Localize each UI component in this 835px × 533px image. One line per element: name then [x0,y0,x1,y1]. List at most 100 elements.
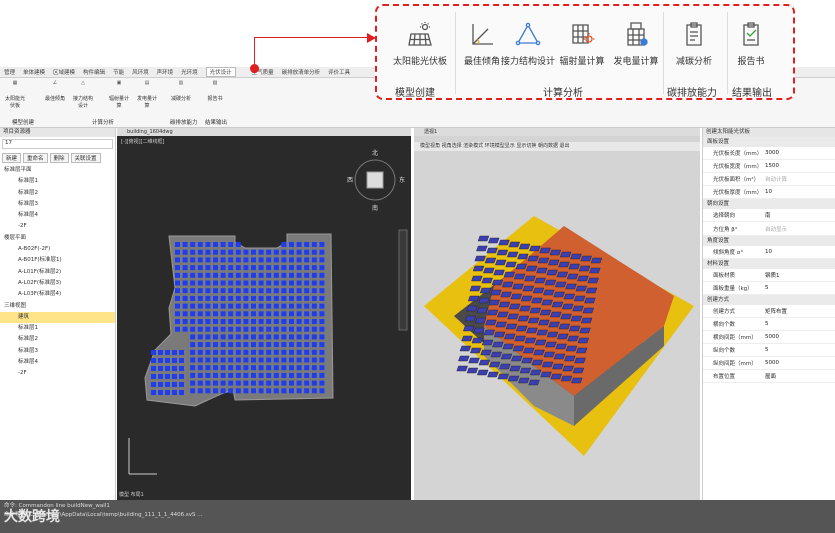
pv-panel-cell [311,357,317,363]
plan-view-2d[interactable]: building_1604dwg [-][俯视][二维线框] 北南西东上 模型 … [117,128,411,500]
pv-panel-cell [182,311,188,317]
pv-panel-3d [476,245,488,252]
tree-group[interactable]: 三维视图 [0,301,115,312]
ribbon-radiation-button[interactable]: ▣ 辐射量计算 [108,80,130,109]
tree-item[interactable]: -2F [0,221,115,232]
tree-item[interactable]: A-L03F(标准层4) [0,289,115,300]
pv-panel-cell [258,265,264,271]
property-value[interactable]: 5 [761,321,835,327]
property-value[interactable]: 南 [761,211,835,219]
property-value[interactable]: 5 [761,285,835,291]
pv-panel-cell [296,349,302,355]
pv-panel-cell [289,295,294,301]
property-label: 光伏板厚度（mm） [713,190,763,197]
property-value[interactable]: 5 [761,347,835,353]
property-label: 纵向个数 [713,348,736,355]
ribbon-report-button[interactable]: ▧ 报告书 [204,80,226,102]
pv-panel-cell [190,319,196,324]
tree-item[interactable]: 标准层3 [0,346,115,357]
pv-panel-cell [251,295,256,301]
pv-panel-cell [304,342,310,348]
panel-button[interactable]: 重命名 [23,153,48,163]
pv-panel-cell [319,311,325,317]
property-value[interactable]: 自动显示 [761,225,835,233]
tree-item[interactable]: 标准层4 [0,357,115,368]
pv-panel-3d [507,313,519,320]
property-value[interactable]: 10 [761,249,835,255]
pv-panel-cell [228,365,234,371]
panel-button[interactable]: 关联设置 [70,153,101,163]
view3d-toolbar[interactable]: 模型视角 视角选择 渲染模式 环境模型显示 显示切换 朝向数据 退出 [414,142,700,151]
pv-panel-cell [273,288,279,294]
property-value[interactable]: 自动计算 [761,175,835,183]
pv-panel-cell [190,372,196,378]
menu-tab[interactable]: 构件编辑 [83,68,105,76]
tree-item[interactable]: 标准层2 [0,334,115,345]
pv-panel-cell [311,249,317,255]
tree-item[interactable]: A-B01F(标准层1) [0,255,115,266]
zoom-structure-button[interactable]: 接力结构设计 [499,20,557,67]
property-value[interactable]: 3000 [761,150,835,156]
zoom-radiation-button[interactable]: 辐射量计算 [553,20,611,67]
property-value[interactable]: 10 [761,189,835,195]
project-browser-panel: 项目资源器 17 新建 重命名 删除 关联设置 标准层平面 标准层1 标准层2 标准层3 标准… [0,128,116,500]
pv-panel-3d [537,257,550,264]
perspective-view-3d[interactable]: 透视1 模型视角 视角选择 渲染模式 环境模型显示 显示切换 朝向数据 退出 [414,128,700,500]
pv-panel-3d [464,315,477,322]
tree-group[interactable]: 标准层平面 [0,165,115,176]
zoom-power-button[interactable]: 发电量计算 [607,20,665,67]
ribbon-power-button[interactable]: ▤ 发电量计算 [136,80,158,109]
zoom-solar-panel-button[interactable]: 太阳能光伏板 [391,20,449,67]
tree-item[interactable]: A-L02F(标准层3) [0,278,115,289]
property-section[interactable]: 创建方式 [703,294,835,305]
property-value[interactable]: 5000 [761,360,835,366]
tree-item[interactable]: -2F [0,368,115,379]
menu-tab[interactable]: 单体建模 [23,68,45,76]
menu-tab[interactable]: 光环境 [181,68,198,76]
view-tab[interactable]: 透视1 [414,128,700,136]
tree-item[interactable]: 标准层2 [0,188,115,199]
view-tab[interactable]: building_1604dwg [117,128,411,136]
property-section[interactable]: 角度设置 [703,235,835,246]
menu-tab[interactable]: 节能 [113,68,124,76]
menu-tab[interactable]: 评价工具 [328,68,350,76]
pv-panel-cell [175,288,180,294]
zoom-report-button[interactable]: 报告书 [722,20,780,67]
pv-panel-cell [258,365,264,371]
property-section[interactable]: 面板设置 [703,137,835,147]
panel-button[interactable]: 新建 [2,153,22,163]
property-value[interactable]: 5000 [761,334,835,340]
menu-tab[interactable]: 光伏设计 [205,67,236,77]
tree-item[interactable]: 建筑 [0,311,115,324]
menu-tab[interactable]: 区域建模 [53,68,75,76]
project-select[interactable]: 17 [2,139,113,149]
tree-group[interactable]: 楼层平面 [0,233,115,244]
tree-item[interactable]: A-B02F(-2F) [0,244,115,255]
ribbon-carbon-button[interactable]: ▥ 减碳分析 [170,80,192,102]
command-line[interactable]: 命令: Commandon line buildNew_wall1 命令导航: … [0,500,835,533]
ribbon-solar-panel-button[interactable]: ▦ 太阳能光伏板 [4,80,26,109]
tree-item[interactable]: 标准层1 [0,323,115,334]
tree-item[interactable]: 标准层3 [0,199,115,210]
zoom-carbon-button[interactable]: 减碳分析 [665,20,723,67]
menu-tab[interactable]: 管理 [4,68,15,76]
property-section[interactable]: 朝向设置 [703,199,835,210]
pv-panel-cell [319,388,325,394]
property-value[interactable]: 屋面 [761,372,835,380]
pv-panel-3d [524,337,537,344]
property-section[interactable]: 材料设置 [703,258,835,269]
panel-button[interactable]: 删除 [49,153,69,163]
menu-tab[interactable]: 风环境 [132,68,149,76]
property-value[interactable]: 1500 [761,163,835,169]
ribbon-best-angle-button[interactable]: ∠ 最佳倾角 [44,80,66,102]
tree-item[interactable]: 标准层1 [0,176,115,187]
menu-tab[interactable]: 声环境 [157,68,174,76]
tree-item[interactable]: A-L01F(标准层2) [0,267,115,278]
pv-panel-cell [220,342,226,348]
tree-item[interactable]: 标准层4 [0,210,115,221]
property-value[interactable]: 钢质1 [761,271,835,279]
ribbon-structure-button[interactable]: △ 接力结构设计 [72,80,94,109]
menu-tab[interactable]: 碳排放清单分析 [282,68,321,76]
layout-tabs[interactable]: 模型 布局1 [119,491,144,498]
property-value[interactable]: 矩阵布置 [761,307,835,315]
